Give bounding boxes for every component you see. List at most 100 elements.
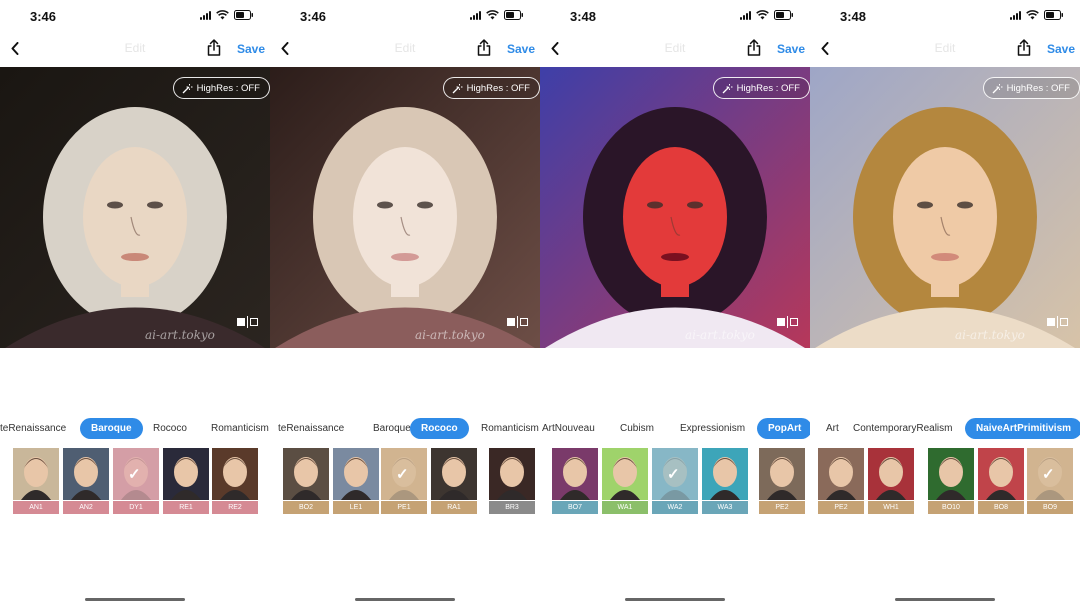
category-tab[interactable]: Baroque [80, 418, 143, 439]
share-icon [207, 39, 221, 56]
checkmark-icon: ✓ [667, 466, 680, 483]
category-tab[interactable]: ArtNouveau [542, 418, 595, 439]
watermark: ai-art.tokyo [415, 328, 485, 342]
thumbnail-label: WH1 [868, 501, 914, 514]
status-icons [200, 10, 254, 20]
wifi-icon [486, 10, 499, 20]
compare-filled-icon [507, 318, 515, 326]
category-tab[interactable]: Cubism [620, 418, 654, 439]
compare-outline-icon [1060, 318, 1068, 326]
home-indicator [625, 598, 725, 601]
compare-outline-icon [790, 318, 798, 326]
status-icons [470, 10, 524, 20]
highres-toggle[interactable]: HighRes : OFF [172, 77, 270, 99]
style-thumbnail[interactable]: BO2 [283, 448, 329, 514]
styled-portrait-image[interactable]: HighRes : OFF ai-art.tokyo [270, 67, 540, 348]
save-button[interactable]: Save [237, 42, 265, 56]
style-thumbnail[interactable]: BO10 [928, 448, 974, 514]
share-button[interactable] [1017, 39, 1031, 61]
save-button[interactable]: Save [507, 42, 535, 56]
style-thumbnail[interactable]: WA3 [702, 448, 748, 514]
styled-portrait-image[interactable]: HighRes : OFF ai-art.tokyo [0, 67, 270, 348]
thumbnail-image [283, 448, 329, 500]
magic-wand-icon [182, 83, 193, 93]
style-thumbnail[interactable]: ✓ BO9 [1027, 448, 1073, 514]
thumbnail-label: BR3 [489, 501, 535, 514]
category-tab[interactable]: teRenaissance [278, 418, 344, 439]
style-thumbnail[interactable]: LE1 [333, 448, 379, 514]
battery-icon [1044, 10, 1064, 20]
style-thumbnail[interactable]: WA1 [602, 448, 648, 514]
compare-filled-icon [237, 318, 245, 326]
styled-portrait-image[interactable]: HighRes : OFF ai-art.tokyo [540, 67, 810, 348]
style-thumbnail[interactable]: ✓ DY1 [113, 448, 159, 514]
styled-portrait-image[interactable]: HighRes : OFF ai-art.tokyo [810, 67, 1080, 348]
highres-label: HighRes : OFF [196, 82, 260, 94]
style-thumbnail[interactable]: AN2 [63, 448, 109, 514]
home-indicator [85, 598, 185, 601]
compare-toggle[interactable] [237, 316, 258, 328]
style-thumbnail[interactable]: RE2 [212, 448, 258, 514]
style-thumbnail[interactable]: ✓ PE1 [381, 448, 427, 514]
style-thumbnail[interactable]: BO8 [978, 448, 1024, 514]
watermark: ai-art.tokyo [685, 328, 755, 342]
compare-divider [247, 316, 248, 328]
save-button[interactable]: Save [777, 42, 805, 56]
category-tab[interactable]: Rococo [153, 418, 187, 439]
category-tab[interactable]: teRenaissance [0, 418, 66, 439]
highres-label: HighRes : OFF [736, 82, 800, 94]
nav-title: Edit [394, 41, 416, 55]
compare-toggle[interactable] [777, 316, 798, 328]
magic-wand-icon [992, 83, 1003, 93]
compare-toggle[interactable] [1047, 316, 1068, 328]
category-tab[interactable]: Romanticism [481, 418, 539, 439]
compare-divider [1057, 316, 1058, 328]
category-tab[interactable]: Art [826, 418, 839, 439]
style-thumbnail[interactable]: WH1 [868, 448, 914, 514]
thumbnail-image [759, 448, 805, 500]
category-tab[interactable]: Romanticism [211, 418, 269, 439]
category-tab[interactable]: Expressionism [680, 418, 745, 439]
status-time: 3:46 [30, 9, 57, 24]
style-thumbnail[interactable]: PE2 [759, 448, 805, 514]
share-icon [477, 39, 491, 56]
highres-toggle[interactable]: HighRes : OFF [712, 77, 810, 99]
thumbnail-label: BO8 [978, 501, 1024, 514]
highres-toggle[interactable]: HighRes : OFF [982, 77, 1080, 99]
style-thumbnail[interactable]: PE2 [818, 448, 864, 514]
style-thumbnail[interactable]: BO7 [552, 448, 598, 514]
compare-toggle[interactable] [507, 316, 528, 328]
phone-screen: 3:48 Edit Save HighRes : OFF ai-art.tokyo Art… [810, 0, 1080, 607]
compare-filled-icon [1047, 318, 1055, 326]
share-button[interactable] [207, 39, 221, 61]
thumbnail-label: DY1 [113, 501, 159, 514]
category-tab[interactable]: PopArt [757, 418, 810, 439]
checkmark-icon: ✓ [128, 466, 141, 483]
watermark: ai-art.tokyo [145, 328, 215, 342]
nav-bar: Edit Save [810, 36, 1080, 62]
category-tab[interactable]: Rococo [410, 418, 469, 439]
nav-title: Edit [934, 41, 956, 55]
style-thumbnail[interactable]: ✓ WA2 [652, 448, 698, 514]
save-button[interactable]: Save [1047, 42, 1075, 56]
style-thumbnail[interactable]: RA1 [431, 448, 477, 514]
category-tab[interactable]: ContemporaryRealism [853, 418, 952, 439]
style-thumbnail[interactable]: BR3 [489, 448, 535, 514]
checkmark-icon: ✓ [1042, 466, 1055, 483]
thumbnail-image [928, 448, 974, 500]
portrait-artwork [0, 67, 270, 348]
compare-divider [787, 316, 788, 328]
share-button[interactable] [477, 39, 491, 61]
category-tab[interactable]: Baroque [373, 418, 411, 439]
style-thumbnail[interactable]: AN1 [13, 448, 59, 514]
style-thumbnails: PE2 WH1 BO10 BO8 ✓ BO9 [810, 448, 1080, 514]
share-icon [747, 39, 761, 56]
style-thumbnail[interactable]: RE1 [163, 448, 209, 514]
status-time: 3:46 [300, 9, 327, 24]
highres-label: HighRes : OFF [1006, 82, 1070, 94]
nav-title: Edit [124, 41, 146, 55]
share-button[interactable] [747, 39, 761, 61]
category-tab[interactable]: NaiveArtPrimitivism [965, 418, 1080, 439]
highres-toggle[interactable]: HighRes : OFF [442, 77, 540, 99]
compare-filled-icon [777, 318, 785, 326]
